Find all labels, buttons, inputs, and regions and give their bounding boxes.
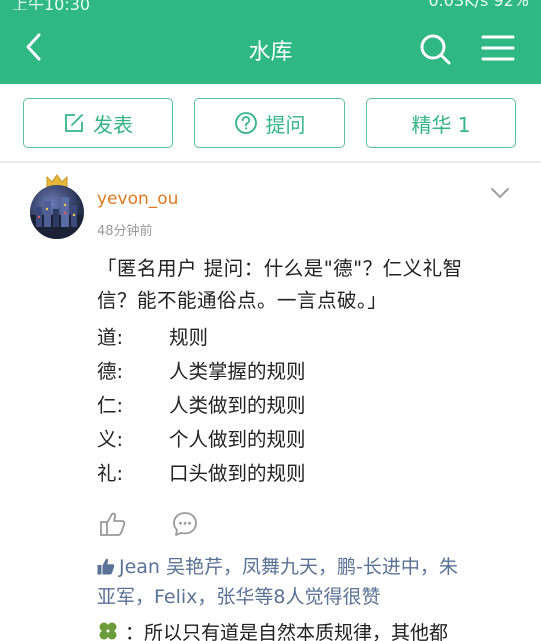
top-bar: 水库 xyxy=(0,10,541,84)
user-avatar-group[interactable] xyxy=(30,173,84,239)
quoted-question-line-1: 「匿名用户 提问：什么是"德"？仁义礼智 xyxy=(97,257,463,280)
status-time: 上午10:30 xyxy=(12,0,91,10)
definition-list: 道: 规则 德: 人类掌握的规则 仁: 人类做到的规则 义: 个人做到的规则 礼… xyxy=(97,321,517,491)
avatar[interactable] xyxy=(30,185,84,239)
clover-icon xyxy=(99,622,117,640)
reply-preview-text: ：所以只有道是自然本质规律，其他都 xyxy=(125,622,449,641)
question-icon xyxy=(234,112,257,134)
likers-list[interactable]: Jean 吴艳芹，凤舞九天，鹏-长进中，朱 亚军，Felix，张华等8人觉得很赞 xyxy=(97,552,517,612)
comment-button[interactable] xyxy=(172,511,198,537)
page-title: 水库 xyxy=(248,40,293,65)
definition-term: 道: xyxy=(97,326,124,349)
divider xyxy=(0,162,541,163)
likers-line-1: Jean 吴艳芹，凤舞九天，鹏-长进中，朱 xyxy=(97,552,517,582)
definition-term: 德: xyxy=(97,360,124,383)
definition-row: 礼: 口头做到的规则 xyxy=(97,457,517,491)
reply-preview[interactable]: ：所以只有道是自然本质规律，其他都 xyxy=(97,620,527,641)
featured-button-label: 精华 1 xyxy=(411,112,471,137)
action-tabs: 发表 提问 精华 1 xyxy=(0,84,541,162)
post-button-label: 发表 xyxy=(93,112,133,137)
quoted-question-line-2: 信？能不能通俗点。一言点破。」 xyxy=(97,289,388,312)
hamburger-menu-icon xyxy=(481,35,515,61)
thumbs-up-icon xyxy=(100,512,126,536)
definition-desc: 人类做到的规则 xyxy=(169,394,306,417)
definition-desc: 人类掌握的规则 xyxy=(169,360,306,383)
status-indicators: 0.03K/s 92% xyxy=(428,0,530,10)
post-content: 「匿名用户 提问：什么是"德"？仁义礼智 信？能不能通俗点。一言点破。」 道: … xyxy=(97,253,517,491)
definition-term: 仁: xyxy=(97,394,124,417)
definition-row: 德: 人类掌握的规则 xyxy=(97,355,517,389)
search-button[interactable] xyxy=(418,32,452,66)
definition-desc: 口头做到的规则 xyxy=(169,462,306,485)
username[interactable]: yevon_ou xyxy=(97,189,178,209)
search-icon xyxy=(420,34,451,65)
comment-icon xyxy=(173,512,197,536)
post-timestamp: 48分钟前 xyxy=(97,224,153,239)
definition-row: 义: 个人做到的规则 xyxy=(97,423,517,457)
likers-text-line-1: Jean 吴艳芹，凤舞九天，鹏-长进中，朱 xyxy=(119,556,458,578)
more-options-button[interactable] xyxy=(489,185,511,201)
ask-button-label: 提问 xyxy=(265,112,306,137)
definition-desc: 个人做到的规则 xyxy=(169,428,306,451)
definition-term: 礼: xyxy=(97,462,124,485)
chevron-down-icon xyxy=(491,188,509,198)
definition-row: 仁: 人类做到的规则 xyxy=(97,389,517,423)
ask-button[interactable]: 提问 xyxy=(194,98,345,148)
status-bar: 上午10:30 0.03K/s 92% xyxy=(0,0,541,10)
definition-term: 义: xyxy=(97,428,124,451)
likers-text-line-2: 亚军，Felix，张华等8人觉得很赞 xyxy=(97,586,381,608)
edit-icon xyxy=(65,114,83,132)
avatar-image xyxy=(30,197,84,239)
featured-button[interactable]: 精华 1 xyxy=(366,98,516,148)
definition-row: 道: 规则 xyxy=(97,321,517,355)
thumbs-up-filled-icon xyxy=(97,558,115,575)
post-button[interactable]: 发表 xyxy=(23,98,173,148)
definition-desc: 规则 xyxy=(169,326,209,349)
menu-button[interactable] xyxy=(481,34,515,62)
like-button[interactable] xyxy=(99,511,127,537)
